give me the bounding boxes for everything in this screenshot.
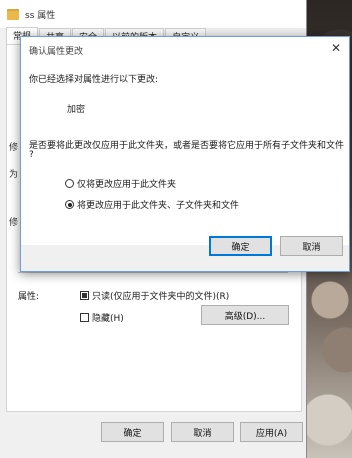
dialog-body: 你已经选择对属性进行以下更改: 加密 是否要将此更改仅应用于此文件夹，或者是否要… [21,61,349,245]
dialog-cancel-button[interactable]: 取消 [280,236,343,256]
dialog-question-text-cont: ? [29,150,34,160]
confirm-attribute-changes-dialog: 确认属性更改 ✕ 你已经选择对属性进行以下更改: 加密 是否要将此更改仅应用于此… [20,36,350,272]
dialog-titlebar[interactable]: 确认属性更改 ✕ [21,37,349,61]
hidden-label-fragment: 修 [9,143,19,153]
advanced-button[interactable]: 高级(D)... [201,305,289,325]
radio-label: 将更改应用于此文件夹、子文件夹和文件 [77,201,240,211]
separator [18,272,288,273]
radio-label: 仅将更改应用于此文件夹 [77,180,177,190]
cancel-button[interactable]: 取消 [171,422,234,442]
hidden-label-fragment: 修 [9,218,19,228]
dialog-ok-button[interactable]: 确定 [209,236,272,256]
dialog-intro-text: 你已经选择对属性进行以下更改: [29,75,159,85]
apply-button[interactable]: 应用(A) [240,422,303,442]
radio-this-folder-only[interactable]: 仅将更改应用于此文件夹 [65,177,176,190]
properties-titlebar[interactable]: ss 属性 [0,0,306,28]
properties-title: ss 属性 [25,10,56,21]
radio-button[interactable] [65,179,74,188]
radio-button[interactable] [65,200,74,209]
ok-button[interactable]: 确定 [101,422,164,442]
dialog-question-text: 是否要将此更改仅应用于此文件夹，或者是否要将它应用于所有子文件夹和文件 [29,141,345,151]
readonly-checkbox[interactable]: 只读(仅应用于文件夹中的文件)(R) [80,289,229,302]
hidden-label-fragment: 为 [9,170,19,180]
readonly-checkbox-box[interactable] [80,291,89,300]
hidden-checkbox[interactable]: 隐藏(H) [80,311,124,324]
dialog-change-item: 加密 [67,105,86,115]
dialog-title: 确认属性更改 [29,47,84,57]
attributes-label: 属性: [18,292,40,302]
folder-icon [7,8,19,20]
radio-folder-subfolders-files[interactable]: 将更改应用于此文件夹、子文件夹和文件 [65,198,239,211]
hidden-checkbox-label: 隐藏(H) [92,314,124,324]
close-icon[interactable]: ✕ [329,41,343,55]
hidden-checkbox-box[interactable] [80,313,89,322]
readonly-checkbox-label: 只读(仅应用于文件夹中的文件)(R) [92,292,230,302]
